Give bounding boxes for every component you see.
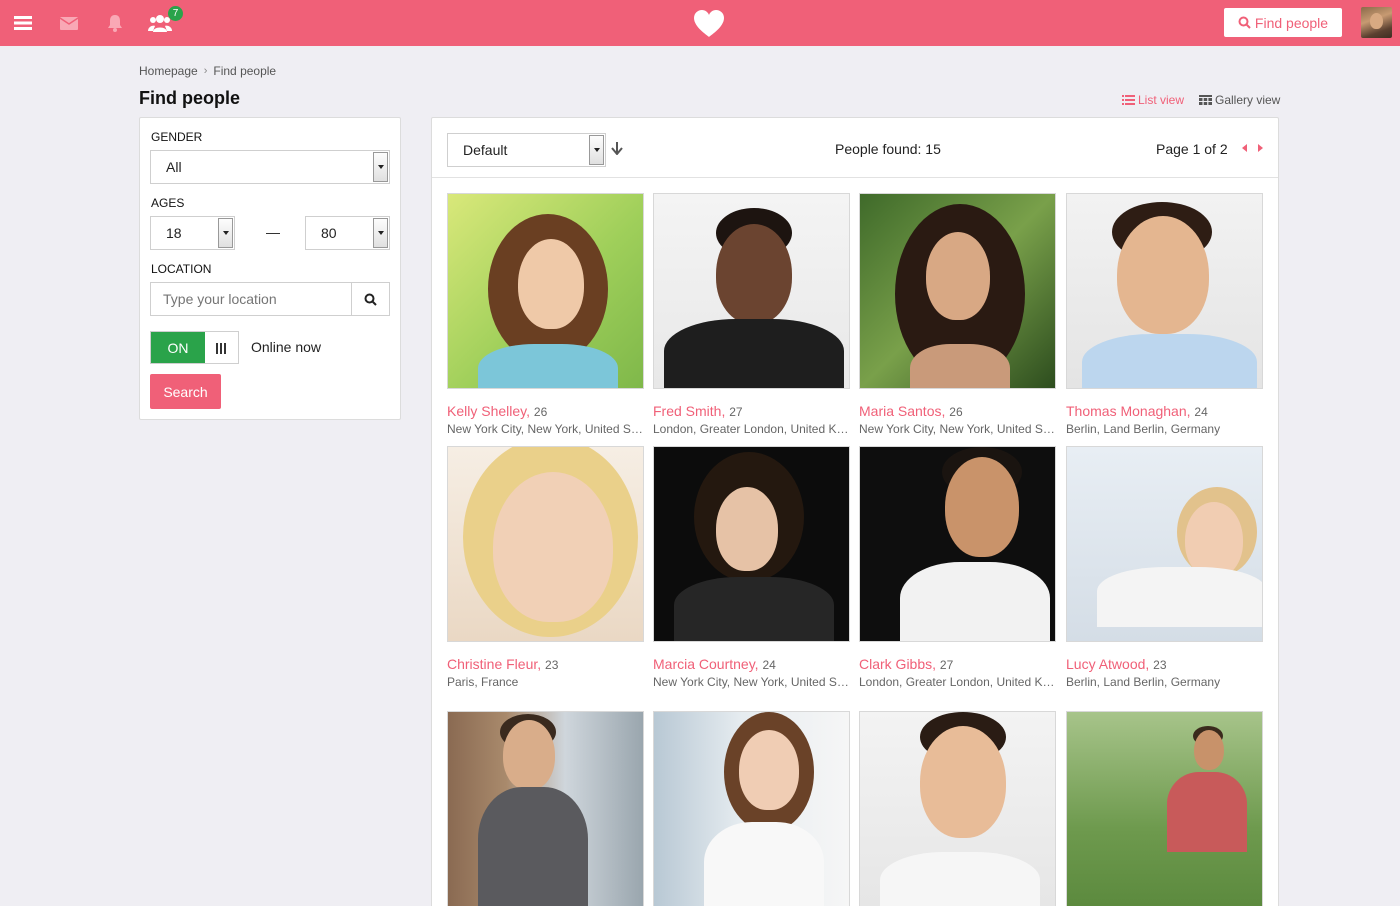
gender-select[interactable]: All — [150, 150, 390, 184]
notification-badge: 7 — [168, 6, 183, 21]
location-search-button[interactable] — [351, 282, 390, 316]
profile-location: New York City, New York, United States — [859, 422, 1056, 436]
results-header: Default People found: 15 Page 1 of 2 — [432, 118, 1278, 178]
profile-name[interactable]: Thomas Monaghan, 24 — [1066, 403, 1208, 419]
breadcrumb: Homepage › Find people — [139, 64, 276, 78]
profile-age: 26 — [533, 405, 548, 419]
gallery-view-toggle[interactable]: Gallery view — [1199, 93, 1280, 107]
profile-photo[interactable] — [447, 446, 644, 642]
profile-name[interactable]: Maria Santos, 26 — [859, 403, 963, 419]
user-avatar[interactable] — [1361, 7, 1392, 38]
prev-page-icon[interactable] — [1242, 144, 1247, 152]
next-page-icon[interactable] — [1258, 144, 1263, 152]
gender-label: GENDER — [151, 130, 203, 144]
top-bar: 7 Find people — [0, 0, 1400, 46]
toggle-on-label: ON — [151, 332, 205, 363]
find-people-label: Find people — [1254, 14, 1329, 31]
bell-icon[interactable] — [103, 12, 127, 34]
profile-name[interactable]: Lucy Atwood, 23 — [1066, 656, 1167, 672]
profile-age: 23 — [545, 658, 559, 672]
sort-select[interactable]: Default — [447, 133, 606, 167]
profile-name[interactable]: Marcia Courtney, 24 — [653, 656, 776, 672]
profile-photo[interactable] — [859, 193, 1056, 389]
profile-age: 27 — [939, 658, 954, 672]
profile-photo[interactable] — [653, 193, 850, 389]
gallery-view-label: Gallery view — [1215, 93, 1281, 107]
profile-location: Paris, France — [447, 675, 519, 689]
menu-icon[interactable] — [11, 12, 35, 34]
mail-icon[interactable] — [57, 12, 81, 34]
search-icon — [1238, 16, 1251, 29]
list-view-label: List view — [1138, 93, 1185, 107]
profile-photo[interactable] — [447, 193, 644, 389]
age-min-dropdown-arrow-icon[interactable] — [218, 218, 233, 248]
location-label: LOCATION — [151, 262, 212, 276]
profile-photo[interactable] — [1066, 193, 1263, 389]
search-button[interactable]: Search — [150, 374, 221, 409]
gender-value: All — [166, 159, 182, 175]
age-max-dropdown-arrow-icon[interactable] — [373, 218, 388, 248]
sort-dropdown-arrow-icon[interactable] — [589, 135, 604, 165]
location-input[interactable] — [150, 282, 352, 316]
profile-photo[interactable] — [1066, 446, 1263, 642]
breadcrumb-current: Find people — [213, 64, 277, 78]
breadcrumb-home[interactable]: Homepage — [139, 64, 198, 78]
profile-photo[interactable] — [1066, 711, 1263, 906]
page-indicator: Page 1 of 2 — [1156, 141, 1228, 157]
profile-age: 24 — [762, 658, 776, 672]
gender-dropdown-arrow-icon[interactable] — [373, 152, 388, 182]
filter-panel: GENDER All AGES 18 80 LOCATION ON Online… — [139, 117, 401, 420]
profile-location: New York City, New York, United States — [447, 422, 644, 436]
search-icon — [364, 293, 377, 306]
profile-location: Berlin, Land Berlin, Germany — [1066, 675, 1221, 689]
gallery-icon — [1199, 95, 1212, 105]
sort-direction-arrow-icon[interactable] — [611, 142, 623, 155]
profile-photo[interactable] — [653, 711, 850, 906]
profile-age: 27 — [729, 405, 743, 419]
profile-name[interactable]: Christine Fleur, 23 — [447, 656, 558, 672]
profile-age: 26 — [949, 405, 963, 419]
profile-name[interactable]: Kelly Shelley, 26 — [447, 403, 547, 419]
profile-name[interactable]: Clark Gibbs, 27 — [859, 656, 953, 672]
age-range-dash — [266, 233, 280, 234]
page-title: Find people — [139, 88, 240, 108]
list-view-toggle[interactable]: List view — [1122, 93, 1184, 107]
profile-location: London, Greater London, United Kingdom — [653, 422, 850, 436]
profile-photo[interactable] — [859, 711, 1056, 906]
breadcrumb-chevron-icon: › — [203, 65, 208, 77]
heart-logo-icon[interactable] — [692, 8, 726, 38]
online-now-toggle[interactable]: ON — [150, 331, 239, 364]
age-min-value: 18 — [166, 225, 182, 241]
profile-photo[interactable] — [447, 711, 644, 906]
profile-age: 23 — [1153, 658, 1167, 672]
profile-location: New York City, New York, United States — [653, 675, 850, 689]
profile-photo[interactable] — [859, 446, 1056, 642]
profile-location: London, Greater London, United Kingdom — [859, 675, 1056, 689]
profile-age: 24 — [1194, 405, 1208, 419]
find-people-button[interactable]: Find people — [1224, 8, 1342, 37]
results-panel: Default People found: 15 Page 1 of 2 Kel… — [431, 117, 1279, 906]
toggle-grip-icon — [216, 343, 227, 354]
people-found-count: People found: 15 — [835, 141, 941, 157]
sort-value: Default — [463, 142, 508, 158]
ages-label: AGES — [151, 196, 185, 210]
age-max-value: 80 — [321, 225, 337, 241]
online-now-label: Online now — [251, 339, 322, 355]
profile-name[interactable]: Fred Smith, 27 — [653, 403, 743, 419]
list-icon — [1122, 95, 1135, 105]
profile-photo[interactable] — [653, 446, 850, 642]
age-max-select[interactable]: 80 — [305, 216, 390, 250]
age-min-select[interactable]: 18 — [150, 216, 235, 250]
profile-location: Berlin, Land Berlin, Germany — [1066, 422, 1221, 436]
